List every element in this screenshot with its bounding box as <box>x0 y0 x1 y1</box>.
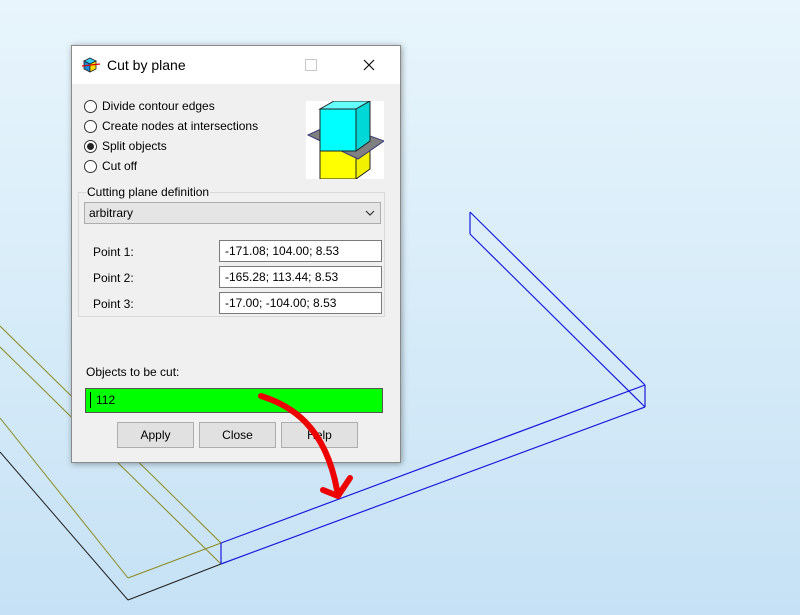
plane-mode-dropdown[interactable]: arbitrary <box>84 202 381 224</box>
close-window-button[interactable] <box>346 46 392 84</box>
option-label: Split objects <box>102 139 167 153</box>
point-3-label: Point 3: <box>93 297 134 311</box>
option-create-nodes[interactable]: Create nodes at intersections <box>84 117 258 135</box>
maximize-icon <box>305 59 317 71</box>
apply-button[interactable]: Apply <box>117 422 194 448</box>
cut-by-plane-dialog: Cut by plane Divide contour edges Create… <box>71 45 401 463</box>
option-cut-off[interactable]: Cut off <box>84 157 137 175</box>
cutting-plane-legend: Cutting plane definition <box>86 185 211 199</box>
objects-to-cut-field[interactable]: 112 <box>85 388 383 413</box>
radio-button[interactable] <box>84 159 97 173</box>
plane-mode-value: arbitrary <box>89 206 134 220</box>
title-bar[interactable]: Cut by plane <box>72 46 400 84</box>
option-split-objects[interactable]: Split objects <box>84 137 167 155</box>
maximize-button[interactable] <box>288 46 334 84</box>
dialog-title: Cut by plane <box>107 57 186 73</box>
text-caret <box>90 392 91 408</box>
option-label: Create nodes at intersections <box>102 119 259 133</box>
option-label: Divide contour edges <box>102 99 215 113</box>
point-3-input[interactable]: -17.00; -104.00; 8.53 <box>219 292 382 314</box>
beam-edges-dark <box>0 451 222 601</box>
point-1-input[interactable]: -171.08; 104.00; 8.53 <box>219 240 382 262</box>
option-divide-contour-edges[interactable]: Divide contour edges <box>84 97 215 115</box>
help-button[interactable]: Help <box>281 422 358 448</box>
objects-to-cut-label: Objects to be cut: <box>86 365 180 379</box>
chevron-down-icon <box>365 210 375 216</box>
radio-button-checked[interactable] <box>84 139 97 153</box>
option-label: Cut off <box>102 159 138 173</box>
point-2-label: Point 2: <box>93 271 134 285</box>
point-1-label: Point 1: <box>93 245 134 259</box>
radio-button[interactable] <box>84 119 97 133</box>
close-icon <box>363 59 375 71</box>
cut-by-plane-icon <box>81 57 101 73</box>
split-preview-image <box>306 101 384 179</box>
radio-button[interactable] <box>84 99 97 113</box>
close-button[interactable]: Close <box>199 422 276 448</box>
objects-count: 112 <box>96 393 116 407</box>
point-2-input[interactable]: -165.28; 113.44; 8.53 <box>219 266 382 288</box>
